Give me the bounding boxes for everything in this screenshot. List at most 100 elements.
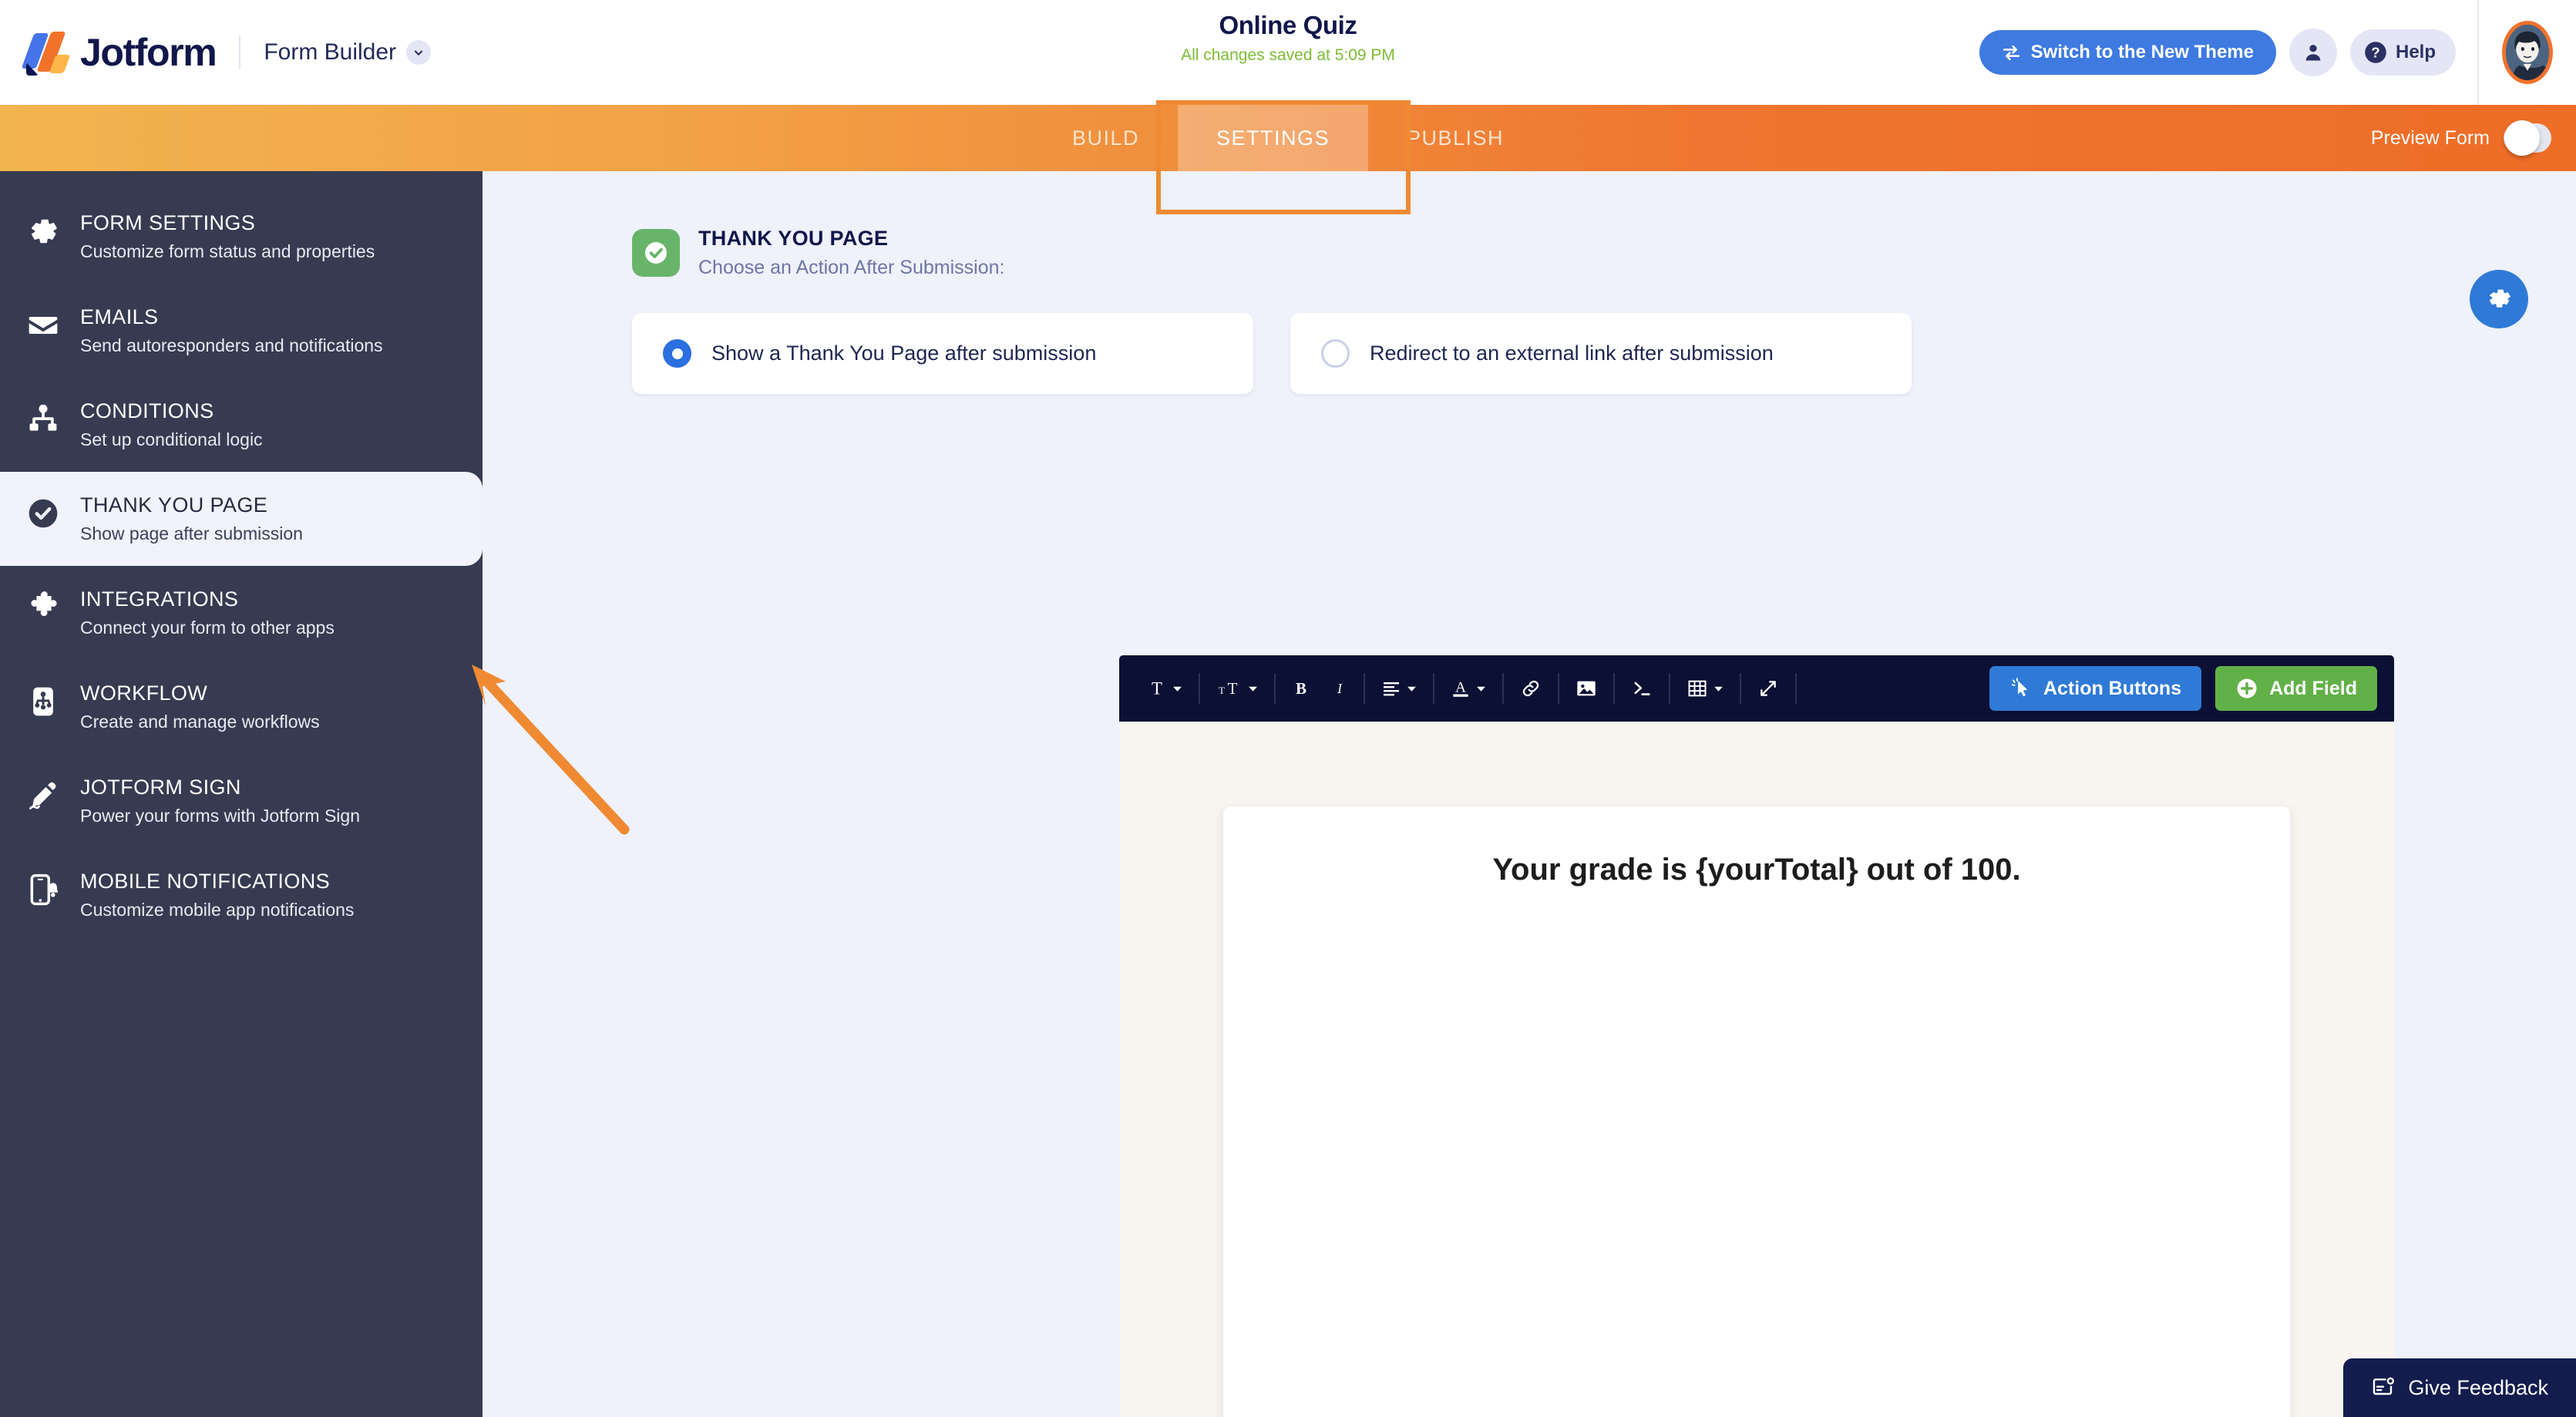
nav-tab-list: BUILD SETTINGS PUBLISH: [1034, 105, 1542, 171]
account-button[interactable]: [2289, 29, 2337, 76]
form-settings-fab-button[interactable]: [2470, 270, 2528, 328]
plus-circle-icon: [2235, 677, 2258, 700]
give-feedback-button[interactable]: Give Feedback: [2343, 1358, 2576, 1417]
option-label: Show a Thank You Page after submission: [711, 342, 1096, 365]
puzzle-piece-icon: [26, 591, 60, 624]
svg-text:B: B: [1296, 679, 1306, 698]
thank-you-page-section-header: THANK YOU PAGE Choose an Action After Su…: [632, 227, 2576, 279]
editor-canvas[interactable]: Your grade is {yourTotal} out of 100.: [1119, 722, 2394, 1417]
main-navbar: BUILD SETTINGS PUBLISH Preview Form: [0, 105, 2576, 171]
toolbar-separator: [1433, 673, 1434, 704]
font-size-dropdown[interactable]: T T: [1206, 666, 1269, 711]
bold-button[interactable]: B: [1281, 666, 1321, 711]
sidebar-item-title: INTEGRATIONS: [80, 587, 335, 611]
sidebar-item-workflow[interactable]: WORKFLOW Create and manage workflows: [0, 660, 483, 754]
help-button[interactable]: ? Help: [2350, 29, 2456, 76]
feedback-card-icon: [2371, 1375, 2396, 1400]
sidebar-item-desc: Connect your form to other apps: [80, 618, 335, 638]
add-field-label: Add Field: [2269, 678, 2357, 700]
align-dropdown[interactable]: [1370, 666, 1428, 711]
toolbar-separator: [1613, 673, 1615, 704]
switch-theme-button[interactable]: Switch to the New Theme: [1979, 30, 2276, 75]
source-code-button[interactable]: [1620, 666, 1663, 711]
user-icon: [2302, 42, 2324, 63]
thank-you-page-preview[interactable]: Your grade is {yourTotal} out of 100.: [1223, 806, 2290, 1417]
svg-text:T: T: [1152, 679, 1162, 698]
gear-icon: [2484, 284, 2514, 314]
italic-button[interactable]: I: [1321, 666, 1358, 711]
sidebar-item-desc: Customize form status and properties: [80, 241, 375, 262]
sidebar-item-thank-you-page[interactable]: THANK YOU PAGE Show page after submissio…: [0, 472, 483, 566]
fullscreen-button[interactable]: [1747, 666, 1790, 711]
chevron-down-icon: [406, 40, 431, 65]
top-header: Jotform Form Builder Online Quiz All cha…: [0, 0, 2576, 105]
mobile-bell-icon: [26, 873, 60, 907]
sidebar-item-title: EMAILS: [80, 305, 383, 329]
add-field-button[interactable]: Add Field: [2215, 666, 2377, 711]
option-show-thank-you-page[interactable]: Show a Thank You Page after submission: [632, 313, 1253, 394]
toolbar-separator: [1795, 673, 1797, 704]
font-family-dropdown[interactable]: T: [1136, 666, 1193, 711]
sidebar-item-integrations[interactable]: INTEGRATIONS Connect your form to other …: [0, 566, 483, 660]
svg-text:T: T: [1228, 679, 1238, 698]
radio-selected-icon[interactable]: [663, 339, 691, 368]
give-feedback-label: Give Feedback: [2408, 1376, 2548, 1400]
thank-you-message-text[interactable]: Your grade is {yourTotal} out of 100.: [1223, 853, 2290, 887]
brand-name: Jotform: [80, 30, 216, 75]
sidebar-item-mobile-notifications[interactable]: MOBILE NOTIFICATIONS Customize mobile ap…: [0, 848, 483, 942]
table-dropdown[interactable]: [1676, 666, 1734, 711]
cursor-click-icon: [2009, 677, 2033, 700]
sidebar-item-desc: Create and manage workflows: [80, 712, 320, 732]
link-button[interactable]: [1509, 666, 1552, 711]
check-circle-icon: [26, 496, 60, 530]
tab-build[interactable]: BUILD: [1034, 105, 1178, 171]
section-subtitle: Choose an Action After Submission:: [698, 257, 1004, 279]
conditions-icon: [26, 402, 60, 436]
option-redirect-external-link[interactable]: Redirect to an external link after submi…: [1290, 313, 1912, 394]
main-content: THANK YOU PAGE Choose an Action After Su…: [483, 171, 2576, 1417]
sidebar-item-desc: Power your forms with Jotform Sign: [80, 806, 360, 826]
sidebar-item-desc: Show page after submission: [80, 523, 303, 544]
sidebar-item-title: MOBILE NOTIFICATIONS: [80, 870, 354, 894]
help-label: Help: [2396, 42, 2436, 63]
section-title: THANK YOU PAGE: [698, 227, 1004, 251]
question-mark-icon: ?: [2364, 41, 2387, 64]
toolbar-separator: [1669, 673, 1670, 704]
sidebar-item-desc: Set up conditional logic: [80, 429, 263, 450]
svg-text:A: A: [1455, 679, 1466, 695]
preview-form-toggle[interactable]: Preview Form: [2371, 105, 2551, 171]
sidebar-item-form-settings[interactable]: FORM SETTINGS Customize form status and …: [0, 190, 483, 284]
sidebar-item-conditions[interactable]: CONDITIONS Set up conditional logic: [0, 378, 483, 472]
tab-publish[interactable]: PUBLISH: [1368, 105, 1542, 171]
toolbar-separator: [1558, 673, 1559, 704]
sidebar-item-desc: Customize mobile app notifications: [80, 900, 354, 921]
radio-unselected-icon[interactable]: [1321, 339, 1350, 368]
editor-toolbar: T T T B I: [1119, 655, 2394, 722]
toolbar-separator: [1502, 673, 1504, 704]
avatar[interactable]: [2502, 21, 2553, 84]
action-buttons-button[interactable]: Action Buttons: [1989, 666, 2201, 711]
sidebar-item-title: THANK YOU PAGE: [80, 493, 303, 517]
preview-form-label: Preview Form: [2371, 127, 2490, 150]
gear-icon: [26, 214, 60, 248]
option-label: Redirect to an external link after submi…: [1370, 342, 1774, 365]
image-button[interactable]: [1565, 666, 1608, 711]
toolbar-separator: [1364, 673, 1365, 704]
text-color-dropdown[interactable]: A: [1440, 666, 1497, 711]
check-circle-icon: [632, 229, 680, 277]
tab-settings[interactable]: SETTINGS: [1178, 105, 1368, 171]
preview-toggle-switch[interactable]: [2504, 123, 2551, 153]
swap-arrows-icon: [2002, 43, 2021, 62]
switch-theme-label: Switch to the New Theme: [2031, 42, 2254, 63]
workflow-icon: [26, 685, 60, 719]
submission-action-options: Show a Thank You Page after submission R…: [632, 313, 1912, 394]
sidebar-item-emails[interactable]: EMAILS Send autoresponders and notificat…: [0, 284, 483, 378]
settings-sidebar: FORM SETTINGS Customize form status and …: [0, 171, 483, 1417]
sidebar-item-title: JOTFORM SIGN: [80, 776, 360, 799]
toggle-knob: [2504, 120, 2540, 156]
form-builder-menu[interactable]: Form Builder: [264, 39, 431, 66]
pen-nib-icon: [26, 779, 60, 813]
brand-logo-group[interactable]: Jotform: [22, 29, 216, 76]
toolbar-separator: [1274, 673, 1276, 704]
sidebar-item-jotform-sign[interactable]: JOTFORM SIGN Power your forms with Jotfo…: [0, 754, 483, 848]
